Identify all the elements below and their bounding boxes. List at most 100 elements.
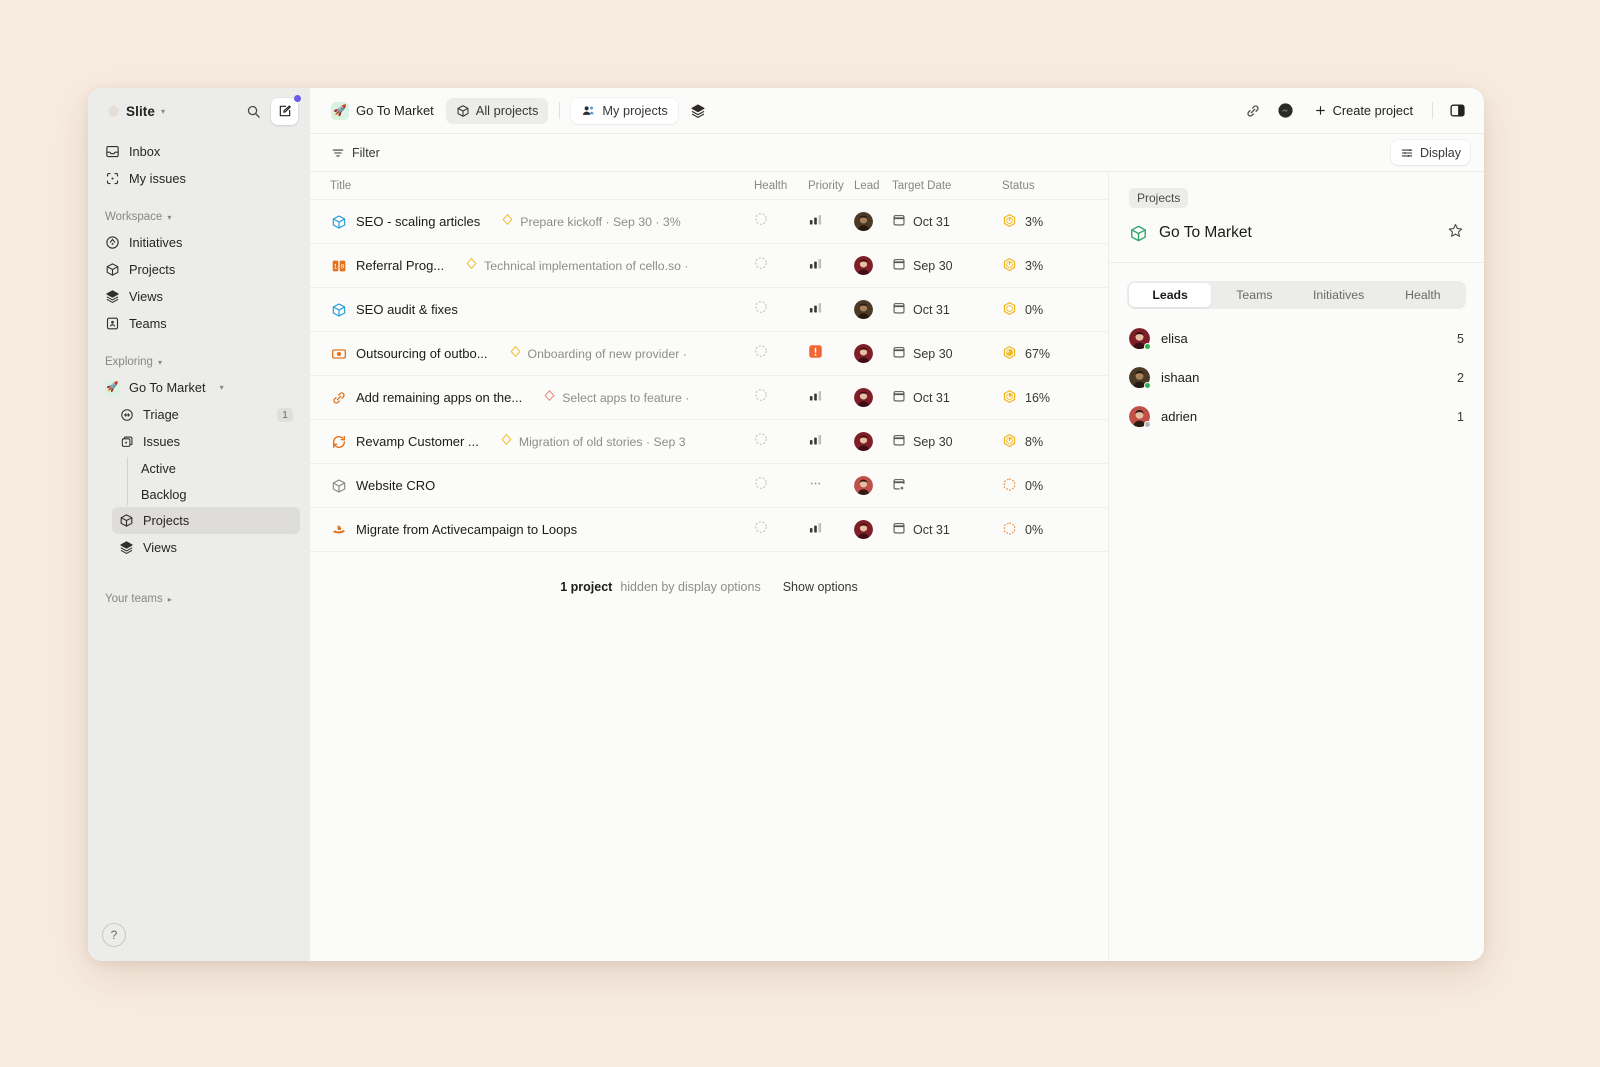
target-date-cell[interactable]: Oct 31 xyxy=(892,389,1002,406)
workspace-switcher[interactable]: Slite ▾ xyxy=(102,101,235,122)
sidebar-item-initiatives[interactable]: Initiatives xyxy=(98,229,300,256)
priority-cell[interactable] xyxy=(808,476,854,496)
health-cell[interactable] xyxy=(754,212,808,231)
status-cell[interactable]: 0% xyxy=(1002,477,1094,495)
search-icon[interactable] xyxy=(241,99,265,123)
table-row[interactable]: SEO audit & fixes Oct 31 0% xyxy=(310,288,1108,332)
messenger-icon[interactable] xyxy=(1273,98,1299,124)
sidebar-item-go-to-market[interactable]: 🚀 Go To Market ▾ xyxy=(98,374,300,401)
help-button[interactable]: ? xyxy=(102,923,126,947)
cube-blue-icon xyxy=(330,301,347,318)
app-window: Slite ▾ Inbox My issues Workspace ▾ Init… xyxy=(88,88,1484,961)
right-panel-header: Projects Go To Market xyxy=(1109,172,1484,263)
lead-row[interactable]: adrien 1 xyxy=(1109,397,1484,436)
health-cell[interactable] xyxy=(754,388,808,407)
target-date-cell[interactable]: Sep 30 xyxy=(892,257,1002,274)
table-row[interactable]: Outsourcing of outbo... Onboarding of ne… xyxy=(310,332,1108,376)
avatar xyxy=(854,476,892,495)
status-cell[interactable]: 3% xyxy=(1002,213,1094,231)
tab-initiatives[interactable]: Initiatives xyxy=(1298,283,1380,307)
sidebar-item-active[interactable]: Active xyxy=(134,455,300,481)
sidebar-item-teams[interactable]: Teams xyxy=(98,310,300,337)
filter-button[interactable]: Filter xyxy=(326,143,385,163)
layers-icon[interactable] xyxy=(685,98,711,124)
no-health-icon xyxy=(754,213,768,230)
health-cell[interactable] xyxy=(754,520,808,539)
health-cell[interactable] xyxy=(754,344,808,363)
sidebar-section-exploring[interactable]: Exploring ▾ xyxy=(98,350,300,374)
target-date-cell[interactable]: Sep 30 xyxy=(892,345,1002,362)
priority-cell[interactable] xyxy=(808,432,854,452)
star-icon[interactable] xyxy=(1447,222,1464,244)
sidebar-item-my-issues[interactable]: My issues xyxy=(98,165,300,192)
priority-cell[interactable] xyxy=(808,212,854,232)
milestone: Technical implementation of cello.so · xyxy=(465,257,689,275)
priority-cell[interactable] xyxy=(808,256,854,276)
health-cell[interactable] xyxy=(754,432,808,451)
sidebar-item-issues[interactable]: Issues xyxy=(112,428,300,455)
tab-health[interactable]: Health xyxy=(1382,283,1464,307)
lead-cell[interactable] xyxy=(854,212,892,231)
sidebar-item-views[interactable]: Views xyxy=(98,283,300,310)
health-cell[interactable] xyxy=(754,256,808,275)
right-panel-toggle-icon[interactable] xyxy=(1444,98,1470,124)
table-row[interactable]: Website CRO 0% xyxy=(310,464,1108,508)
status-cell[interactable]: 3% xyxy=(1002,257,1094,275)
target-date-cell[interactable] xyxy=(892,477,1002,494)
lead-row[interactable]: ishaan 2 xyxy=(1109,358,1484,397)
sidebar-section-workspace[interactable]: Workspace ▾ xyxy=(98,205,300,229)
tab-teams[interactable]: Teams xyxy=(1213,283,1295,307)
table-row[interactable]: Revamp Customer ... Migration of old sto… xyxy=(310,420,1108,464)
priority-cell[interactable] xyxy=(808,520,854,540)
status-cell[interactable]: 67% xyxy=(1002,345,1094,363)
lead-cell[interactable] xyxy=(854,344,892,363)
link-icon[interactable] xyxy=(1240,98,1266,124)
no-health-icon xyxy=(754,477,768,494)
table-row[interactable]: Add remaining apps on the... Select apps… xyxy=(310,376,1108,420)
tab-leads[interactable]: Leads xyxy=(1129,283,1212,307)
status-cell[interactable]: 16% xyxy=(1002,389,1094,407)
lead-cell[interactable] xyxy=(854,256,892,275)
table-row[interactable]: Migrate from Activecampaign to Loops Oct… xyxy=(310,508,1108,552)
rocket-icon: 🚀 xyxy=(331,101,349,120)
lead-cell[interactable] xyxy=(854,520,892,539)
lead-cell[interactable] xyxy=(854,432,892,451)
sidebar-item-project-views[interactable]: Views xyxy=(112,534,300,561)
create-project-button[interactable]: Create project xyxy=(1306,98,1421,124)
lead-cell[interactable] xyxy=(854,476,892,495)
status-in-progress-icon xyxy=(1002,257,1017,275)
sidebar-item-triage[interactable]: Triage 1 xyxy=(112,401,300,428)
sidebar-item-backlog[interactable]: Backlog xyxy=(134,481,300,507)
sidebar-item-project-projects[interactable]: Projects xyxy=(112,507,300,534)
priority-cell[interactable] xyxy=(808,300,854,320)
sidebar-section-your-teams[interactable]: Your teams ▸ xyxy=(98,587,300,611)
priority-medium-icon xyxy=(808,434,823,451)
compose-button[interactable] xyxy=(271,94,301,125)
table-body: SEO - scaling articles Prepare kickoff ·… xyxy=(310,200,1108,552)
table-row[interactable]: SEO - scaling articles Prepare kickoff ·… xyxy=(310,200,1108,244)
tab-my-projects[interactable]: My projects xyxy=(571,97,678,124)
target-date-cell[interactable]: Oct 31 xyxy=(892,521,1002,538)
breadcrumb[interactable]: 🚀 Go To Market xyxy=(326,99,439,123)
sidebar-item-projects[interactable]: Projects xyxy=(98,256,300,283)
lead-cell[interactable] xyxy=(854,388,892,407)
display-button[interactable]: Display xyxy=(1391,140,1470,165)
status-cell[interactable]: 0% xyxy=(1002,521,1094,539)
table-row[interactable]: 19 Referral Prog... Technical implementa… xyxy=(310,244,1108,288)
priority-cell[interactable] xyxy=(808,388,854,408)
health-cell[interactable] xyxy=(754,300,808,319)
target-date-cell[interactable]: Oct 31 xyxy=(892,301,1002,318)
health-cell[interactable] xyxy=(754,476,808,495)
sidebar-item-inbox[interactable]: Inbox xyxy=(98,138,300,165)
right-panel-breadcrumb[interactable]: Projects xyxy=(1129,188,1189,208)
status-cell[interactable]: 8% xyxy=(1002,433,1094,451)
priority-cell[interactable] xyxy=(808,344,854,364)
milestone: Migration of old stories · Sep 3 xyxy=(500,433,686,451)
show-options-link[interactable]: Show options xyxy=(783,580,858,594)
tab-all-projects[interactable]: All projects xyxy=(445,97,549,124)
lead-row[interactable]: elisa 5 xyxy=(1109,319,1484,358)
target-date-cell[interactable]: Oct 31 xyxy=(892,213,1002,230)
lead-cell[interactable] xyxy=(854,300,892,319)
target-date-cell[interactable]: Sep 30 xyxy=(892,433,1002,450)
status-cell[interactable]: 0% xyxy=(1002,301,1094,319)
